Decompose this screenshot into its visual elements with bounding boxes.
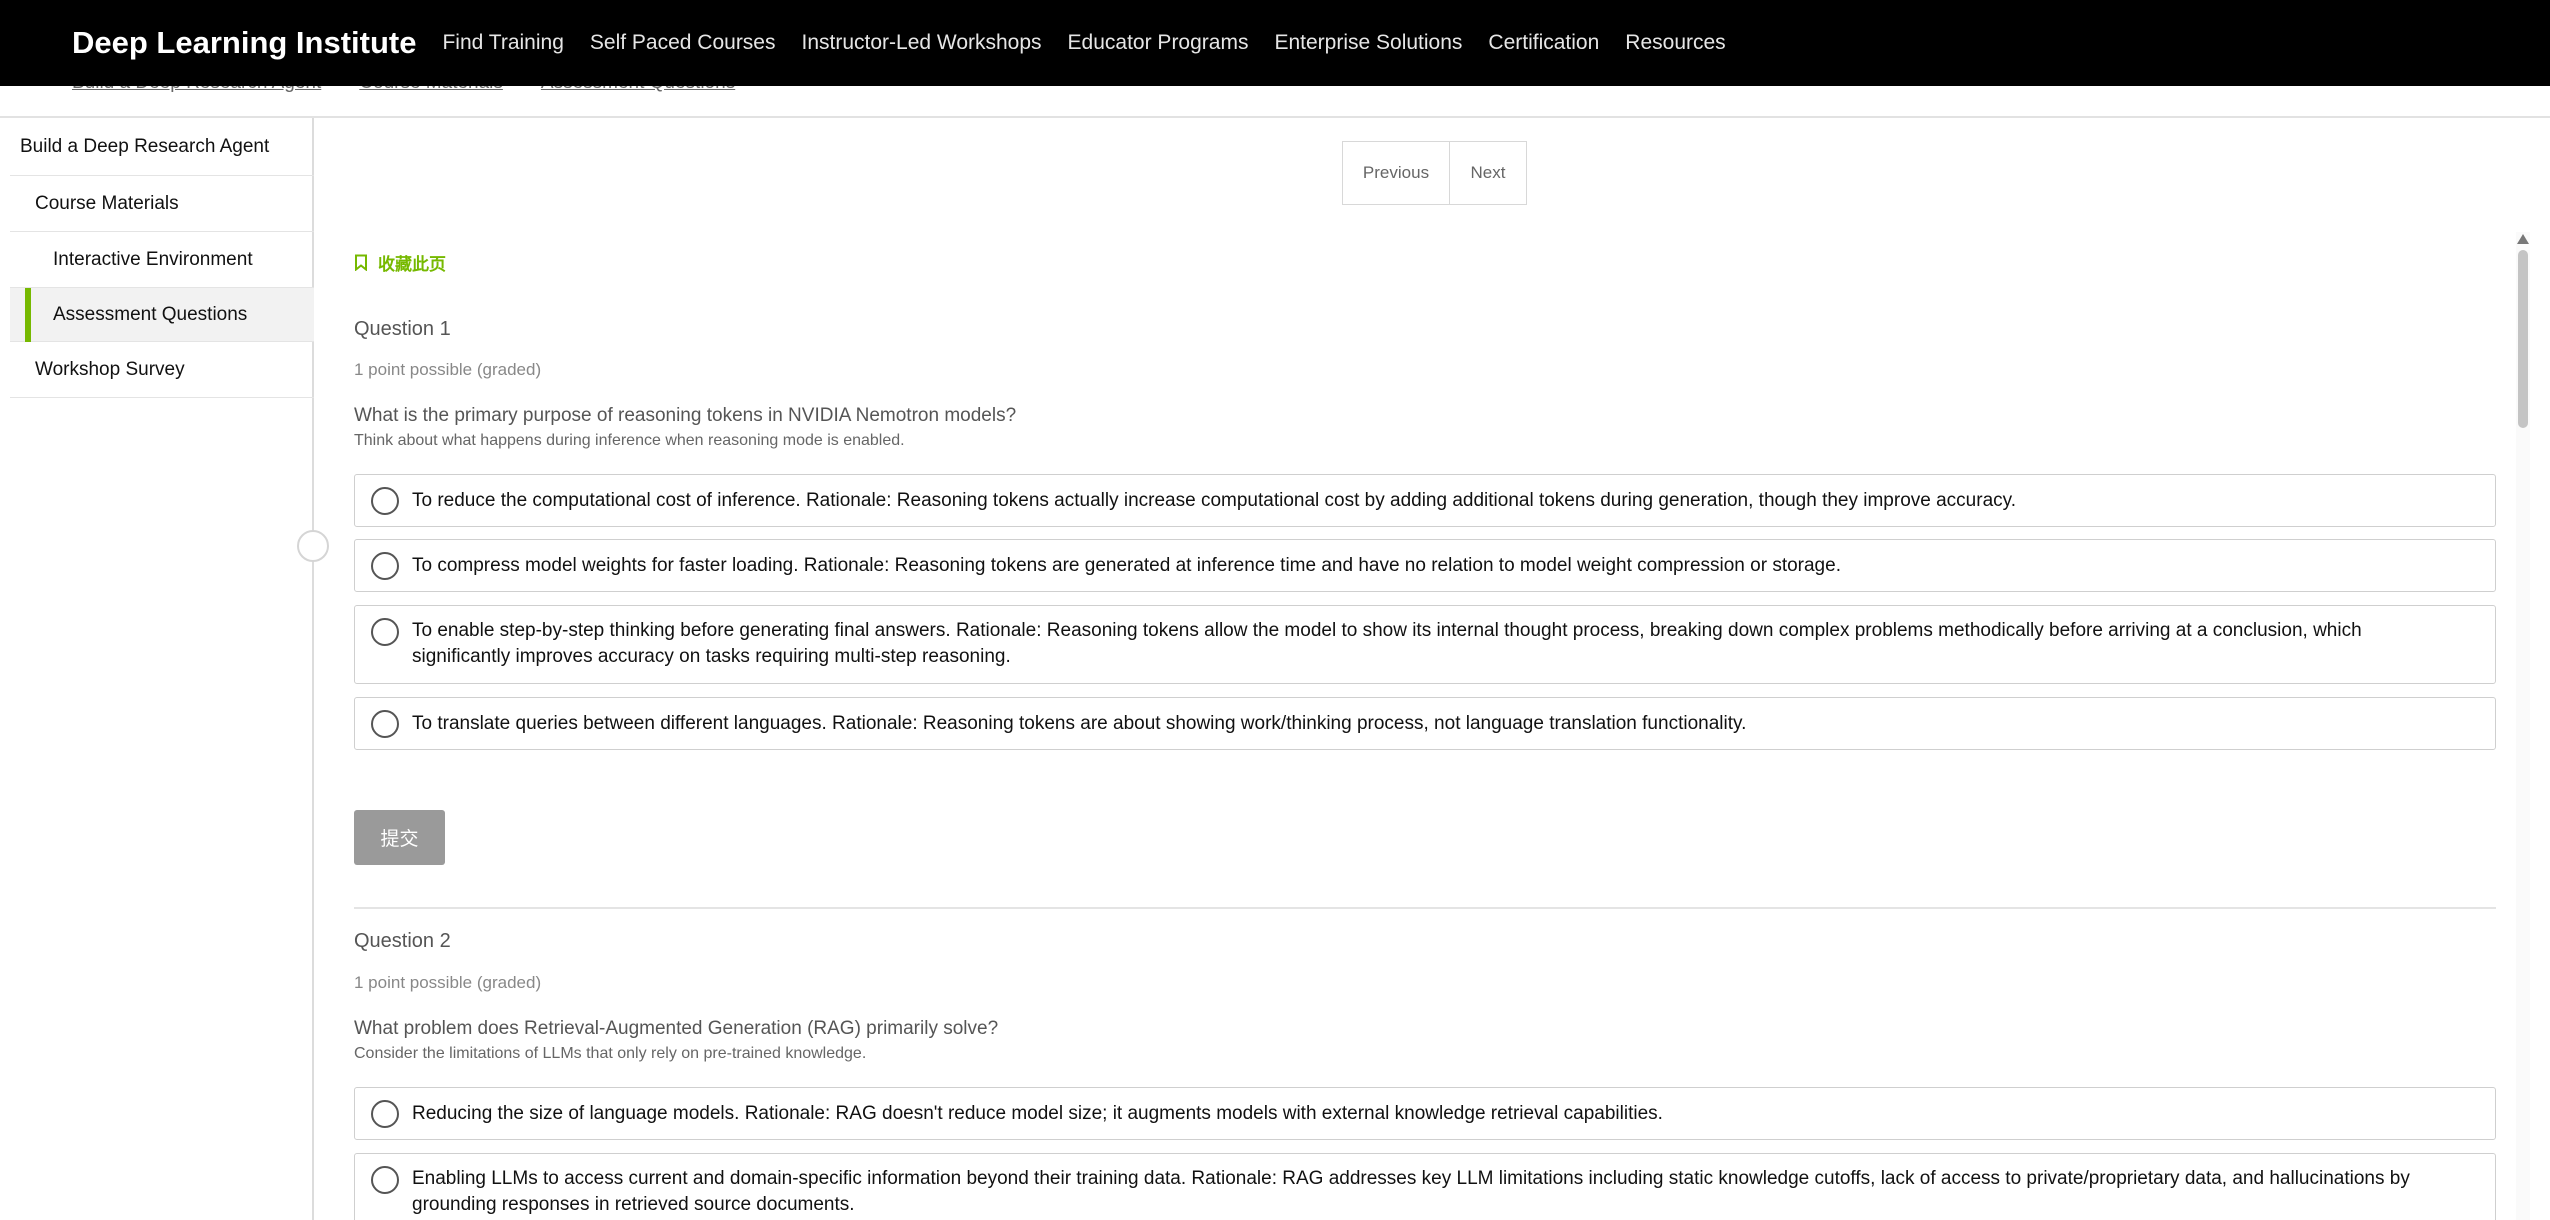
- option-text: To reduce the computational cost of infe…: [412, 490, 2017, 511]
- nav-resources[interactable]: Resources: [1625, 31, 1725, 55]
- nav-enterprise-solutions[interactable]: Enterprise Solutions: [1274, 31, 1462, 55]
- bookmark-button[interactable]: 收藏此页: [354, 250, 446, 275]
- scrollbar-thumb[interactable]: [2518, 250, 2528, 428]
- radio-button[interactable]: [371, 487, 399, 515]
- radio-button[interactable]: [371, 1166, 399, 1194]
- option-text: Reducing the size of language models. Ra…: [412, 1103, 1663, 1124]
- option-text: To enable step-by-step thinking before g…: [412, 620, 2362, 667]
- active-indicator: [25, 288, 31, 342]
- radio-button[interactable]: [371, 552, 399, 580]
- sidebar-item-interactive-environment[interactable]: Interactive Environment: [10, 232, 314, 288]
- question-points: 1 point possible (graded): [354, 360, 542, 379]
- question-hint: Consider the limitations of LLMs that on…: [354, 1045, 867, 1062]
- answer-option[interactable]: Reducing the size of language models. Ra…: [354, 1087, 2496, 1140]
- nav-educator-programs[interactable]: Educator Programs: [1068, 31, 1249, 55]
- question-divider: [354, 907, 2496, 909]
- radio-button[interactable]: [371, 710, 399, 738]
- sidebar-collapse-handle[interactable]: [297, 530, 329, 562]
- option-text: To translate queries between different l…: [412, 713, 1747, 734]
- answer-option[interactable]: To reduce the computational cost of infe…: [354, 474, 2496, 527]
- question-prompt: What problem does Retrieval-Augmented Ge…: [354, 1018, 999, 1039]
- question-hint: Think about what happens during inferenc…: [354, 432, 905, 449]
- radio-button[interactable]: [371, 1100, 399, 1128]
- sidebar-item-label: Assessment Questions: [53, 303, 248, 325]
- answer-option[interactable]: To enable step-by-step thinking before g…: [354, 605, 2496, 684]
- sidebar-item-label: Build a Deep Research Agent: [20, 135, 270, 157]
- sidebar-item-label: Interactive Environment: [53, 248, 253, 270]
- sidebar-item-label: Workshop Survey: [35, 358, 185, 380]
- answer-option[interactable]: To translate queries between different l…: [354, 697, 2496, 750]
- sidebar-item-workshop-survey[interactable]: Workshop Survey: [10, 342, 314, 398]
- top-nav: Deep Learning Institute Find Training Se…: [0, 0, 2550, 86]
- breadcrumb-divider: [0, 116, 2550, 118]
- question-points: 1 point possible (graded): [354, 973, 542, 992]
- brand-logo[interactable]: Deep Learning Institute: [72, 25, 416, 61]
- nav-find-training[interactable]: Find Training: [442, 31, 563, 55]
- question-title: Question 2: [354, 930, 451, 952]
- nav-certification[interactable]: Certification: [1488, 31, 1599, 55]
- question-prompt: What is the primary purpose of reasoning…: [354, 405, 1017, 426]
- previous-button[interactable]: Previous: [1343, 142, 1450, 204]
- radio-button[interactable]: [371, 618, 399, 646]
- nav-self-paced-courses[interactable]: Self Paced Courses: [590, 31, 776, 55]
- bookmark-label: 收藏此页: [378, 255, 446, 274]
- course-sidebar: Build a Deep Research Agent Course Mater…: [0, 118, 314, 1220]
- submit-button[interactable]: 提交: [354, 810, 445, 865]
- answer-option[interactable]: Enabling LLMs to access current and doma…: [354, 1153, 2496, 1220]
- option-text: Enabling LLMs to access current and doma…: [412, 1168, 2410, 1215]
- sidebar-item-assessment-questions[interactable]: Assessment Questions: [10, 288, 314, 342]
- answer-option[interactable]: To compress model weights for faster loa…: [354, 539, 2496, 592]
- question-title: Question 1: [354, 318, 451, 340]
- unit-pager: Previous Next: [1342, 141, 1527, 205]
- sidebar-item-course[interactable]: Build a Deep Research Agent: [10, 118, 314, 176]
- bookmark-icon: [354, 254, 368, 271]
- sidebar-item-course-materials[interactable]: Course Materials: [10, 176, 314, 232]
- sidebar-item-label: Course Materials: [35, 192, 179, 214]
- scroll-up-arrow-icon[interactable]: [2517, 234, 2529, 244]
- option-text: To compress model weights for faster loa…: [412, 555, 1841, 576]
- next-button[interactable]: Next: [1450, 142, 1526, 204]
- nav-instructor-led-workshops[interactable]: Instructor-Led Workshops: [802, 31, 1042, 55]
